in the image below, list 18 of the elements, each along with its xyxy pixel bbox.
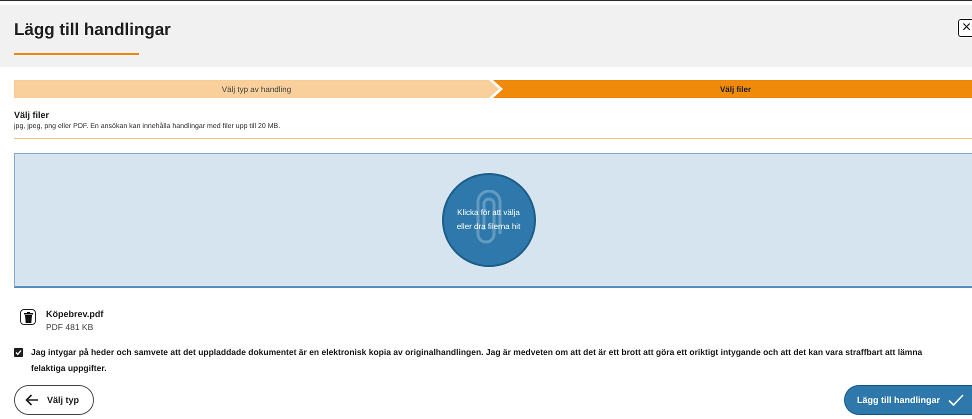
- consent-checkbox[interactable]: [14, 348, 23, 357]
- dropzone-text: Klicka för att välja eller dra filerna hit: [456, 207, 522, 233]
- arrow-left-icon: [25, 394, 39, 406]
- close-button[interactable]: ×: [958, 19, 972, 37]
- step-tab[interactable]: Välj filer: [493, 80, 972, 98]
- dialog-title: Lägg till handlingar: [14, 20, 171, 40]
- consent-text: Jag intygar på heder och samvete att det uppladdade dokumentet är en elektronisk kopia av originalhandlingen. Jag är medveten om att det är ett brott att göra ett oriktigt intygande och att det kan vara straffbart att lämna felaktiga uppgifter.: [31, 346, 924, 375]
- upload-button[interactable]: Klicka för att välja eller dra filerna hit: [442, 173, 536, 267]
- back-button[interactable]: Välj typ: [14, 385, 94, 415]
- trash-icon: [24, 312, 32, 322]
- file-name: Köpebrev.pdf: [46, 309, 104, 319]
- section-heading: Välj filer: [14, 110, 50, 120]
- step-tab[interactable]: Välj typ av handling: [14, 80, 499, 98]
- check-icon: [948, 394, 964, 406]
- file-size: PDF 481 KB: [46, 322, 94, 332]
- delete-button[interactable]: [20, 309, 36, 325]
- submit-button[interactable]: Lägg till handlingar: [844, 385, 972, 415]
- drop-zone[interactable]: Klicka för att välja eller dra filerna hit: [14, 153, 972, 288]
